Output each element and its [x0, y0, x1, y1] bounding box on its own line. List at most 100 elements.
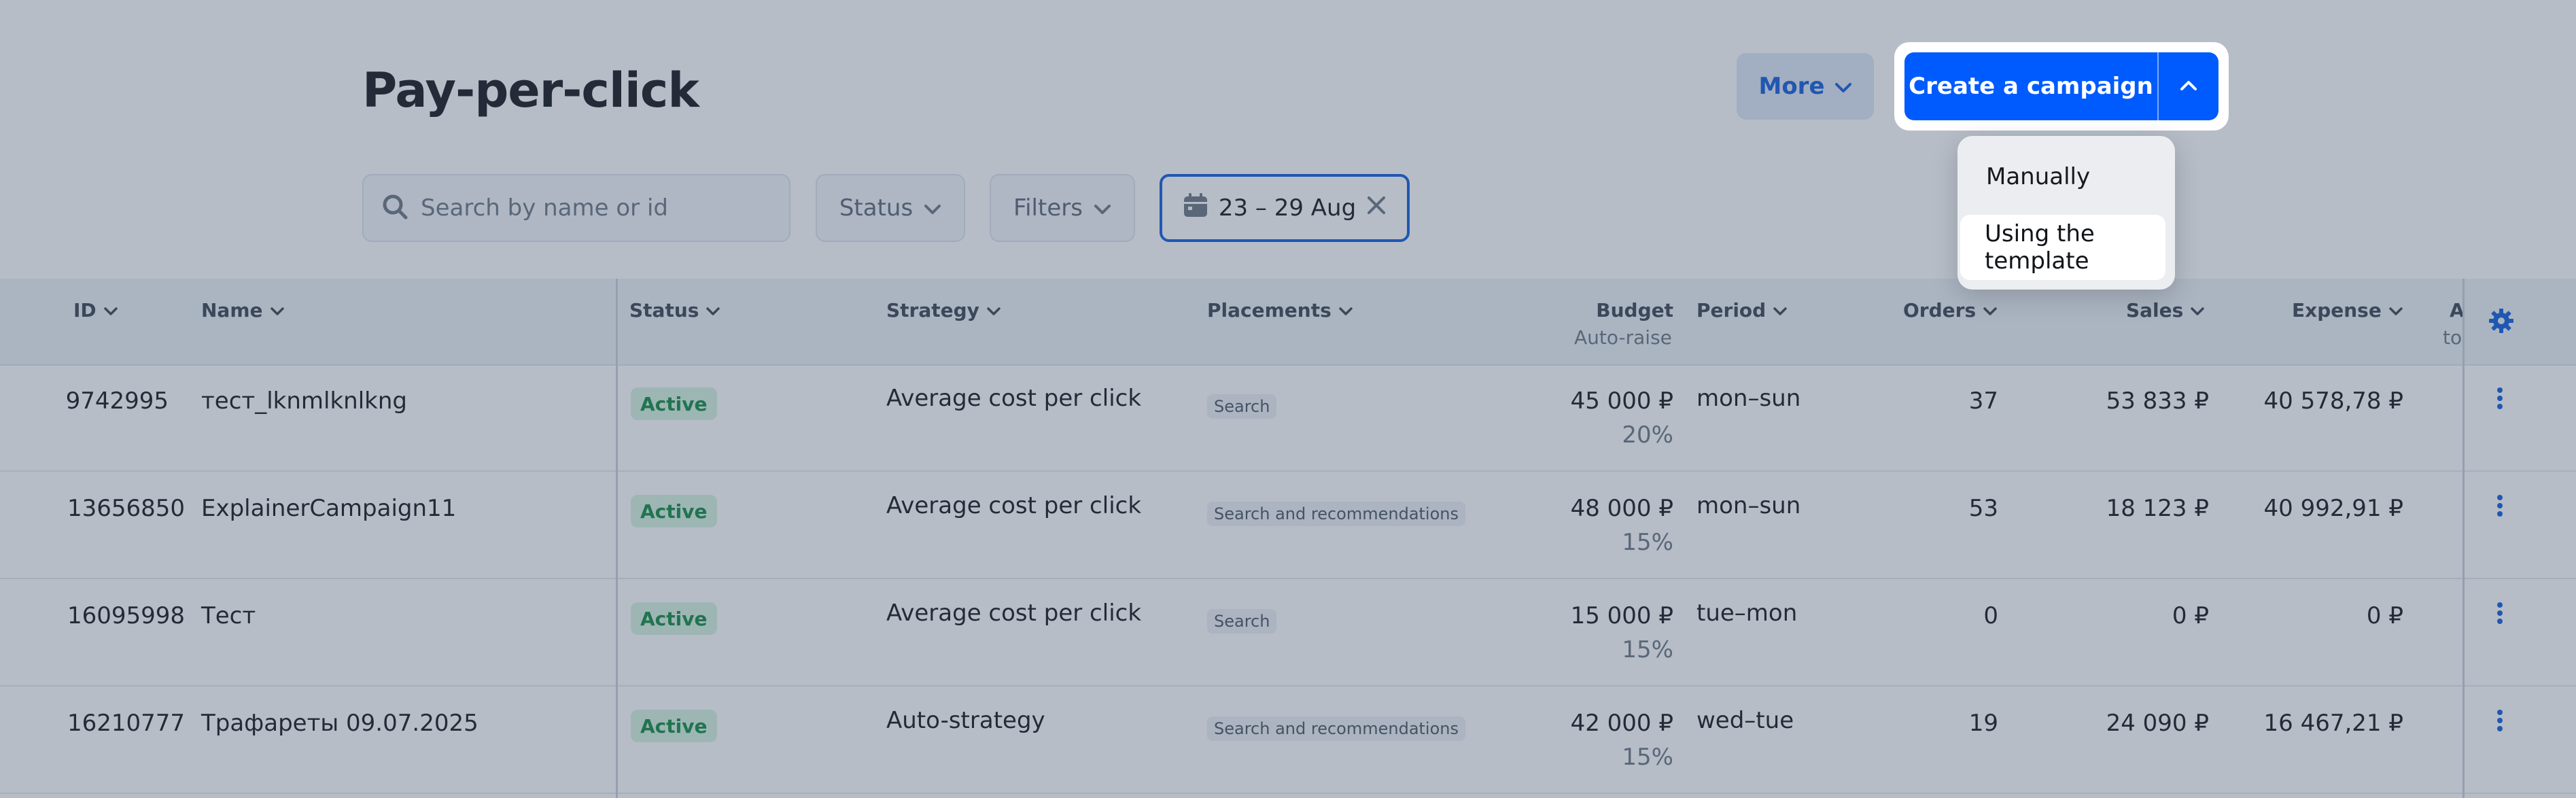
chevron-down-icon: [1773, 299, 1788, 322]
gear-icon[interactable]: [2488, 307, 2515, 337]
row-budget: 45 000 ₽: [1570, 387, 1673, 415]
filters-button-label: Filters: [1013, 194, 1083, 222]
close-icon[interactable]: [1365, 194, 1387, 222]
status-badge: Active: [631, 495, 717, 527]
row-period: wed–tue: [1696, 707, 1794, 734]
settings-column-divider: [2462, 279, 2465, 798]
row-name[interactable]: Тест: [201, 602, 256, 629]
status-badge: Active: [631, 602, 717, 635]
column-header-sales-label: Sales: [2126, 299, 2184, 322]
kebab-icon[interactable]: [2493, 492, 2507, 522]
column-header-placements-label: Placements: [1207, 299, 1331, 322]
more-button[interactable]: More: [1737, 53, 1874, 120]
status-badge: Active: [631, 710, 717, 742]
chevron-up-icon: [2179, 79, 2198, 94]
search-box[interactable]: [362, 174, 790, 242]
column-header-sales[interactable]: Sales: [2126, 299, 2205, 322]
menu-item-using-template[interactable]: Using the template: [1960, 215, 2165, 280]
column-header-id-label: ID: [73, 299, 97, 322]
search-input[interactable]: [421, 194, 774, 222]
kebab-icon[interactable]: [2493, 707, 2507, 737]
placement-tag: Search: [1207, 609, 1277, 634]
menu-item-manually[interactable]: Manually: [1966, 144, 2167, 209]
row-orders: 0: [1983, 602, 1998, 629]
chevron-down-icon: [2190, 299, 2205, 322]
search-icon: [381, 193, 408, 223]
row-autoraise: 15%: [1622, 744, 1673, 771]
column-header-strategy[interactable]: Strategy: [886, 299, 1001, 322]
create-campaign-dropdown-toggle[interactable]: [2159, 52, 2218, 120]
table-row[interactable]: 13656850 ExplainerCampaign11 Active Aver…: [0, 473, 2576, 579]
column-header-budget[interactable]: Budget: [1522, 299, 1673, 322]
column-header-extra-sub: to: [2443, 326, 2462, 349]
kebab-icon[interactable]: [2493, 600, 2507, 629]
row-expense: 40 992,91 ₽: [2263, 495, 2403, 522]
column-header-budget-sub: Auto-raise: [1574, 326, 1672, 349]
row-period: mon–sun: [1696, 385, 1801, 412]
column-header-strategy-label: Strategy: [886, 299, 979, 322]
column-header-orders[interactable]: Orders: [1903, 299, 1998, 322]
date-range-label: 23 – 29 Aug: [1218, 194, 1357, 222]
table-row[interactable]: 16095998 Тест Active Average cost per cl…: [0, 580, 2576, 687]
chevron-down-icon: [706, 299, 720, 322]
chevron-down-icon: [1834, 73, 1852, 100]
table-row[interactable]: 16210777 Трафареты 09.07.2025 Active Aut…: [0, 688, 2576, 794]
row-sales: 24 090 ₽: [2106, 710, 2209, 737]
row-autoraise: 20%: [1622, 421, 1673, 449]
status-filter[interactable]: Status: [816, 174, 965, 242]
row-strategy: Auto-strategy: [886, 707, 1045, 734]
column-header-placements[interactable]: Placements: [1207, 299, 1353, 322]
row-name[interactable]: ExplainerCampaign11: [201, 495, 456, 522]
row-period: mon–sun: [1696, 492, 1801, 519]
chevron-down-icon: [2388, 299, 2403, 322]
column-header-period[interactable]: Period: [1696, 299, 1788, 322]
calendar-icon: [1182, 192, 1209, 225]
filters-button[interactable]: Filters: [990, 174, 1135, 242]
chevron-down-icon: [270, 299, 285, 322]
row-budget: 48 000 ₽: [1570, 495, 1673, 522]
column-header-period-label: Period: [1696, 299, 1766, 322]
column-header-status-label: Status: [629, 299, 699, 322]
column-header-name-label: Name: [201, 299, 263, 322]
placement-tag: Search: [1207, 394, 1277, 419]
row-orders: 53: [1968, 495, 1998, 522]
app-root: Pay-per-click More Status Filters 23 – 2…: [0, 0, 2576, 798]
chevron-down-icon: [103, 299, 118, 322]
table-row[interactable]: 9742995 тест_lknmlknlkng Active Average …: [0, 366, 2576, 472]
row-expense: 40 578,78 ₽: [2263, 387, 2403, 415]
column-header-orders-label: Orders: [1903, 299, 1977, 322]
column-header-expense[interactable]: Expense: [2292, 299, 2403, 322]
chevron-down-icon: [986, 299, 1001, 322]
frozen-column-divider: [616, 279, 618, 798]
row-sales: 53 833 ₽: [2106, 387, 2209, 415]
row-expense: 0 ₽: [2366, 602, 2403, 629]
row-sales: 18 123 ₽: [2106, 495, 2209, 522]
row-period: tue–mon: [1696, 600, 1798, 627]
row-strategy: Average cost per click: [886, 492, 1142, 519]
more-button-label: More: [1758, 73, 1825, 100]
chevron-down-icon: [1338, 299, 1353, 322]
row-name[interactable]: тест_lknmlknlkng: [201, 387, 407, 415]
kebab-icon[interactable]: [2493, 385, 2507, 415]
create-campaign-group: Create a campaign: [1894, 42, 2229, 131]
row-name[interactable]: Трафареты 09.07.2025: [201, 710, 478, 737]
row-orders: 19: [1968, 710, 1998, 737]
placement-tag: Search and recommendations: [1207, 502, 1465, 526]
column-header-budget-label: Budget: [1596, 299, 1673, 322]
row-strategy: Average cost per click: [886, 385, 1142, 412]
row-id: 16095998: [67, 602, 185, 629]
create-campaign-button[interactable]: Create a campaign: [1904, 52, 2157, 120]
column-header-id[interactable]: ID: [73, 299, 118, 322]
row-autoraise: 15%: [1622, 636, 1673, 663]
status-filter-label: Status: [839, 194, 913, 222]
column-header-expense-label: Expense: [2292, 299, 2382, 322]
row-sales: 0 ₽: [2172, 602, 2209, 629]
row-budget: 15 000 ₽: [1570, 602, 1673, 629]
row-id: 16210777: [67, 710, 185, 737]
row-orders: 37: [1968, 387, 1998, 415]
row-expense: 16 467,21 ₽: [2263, 710, 2403, 737]
column-header-status[interactable]: Status: [629, 299, 720, 322]
column-header-name[interactable]: Name: [201, 299, 285, 322]
row-budget: 42 000 ₽: [1570, 710, 1673, 737]
date-range-picker[interactable]: 23 – 29 Aug: [1160, 174, 1410, 242]
